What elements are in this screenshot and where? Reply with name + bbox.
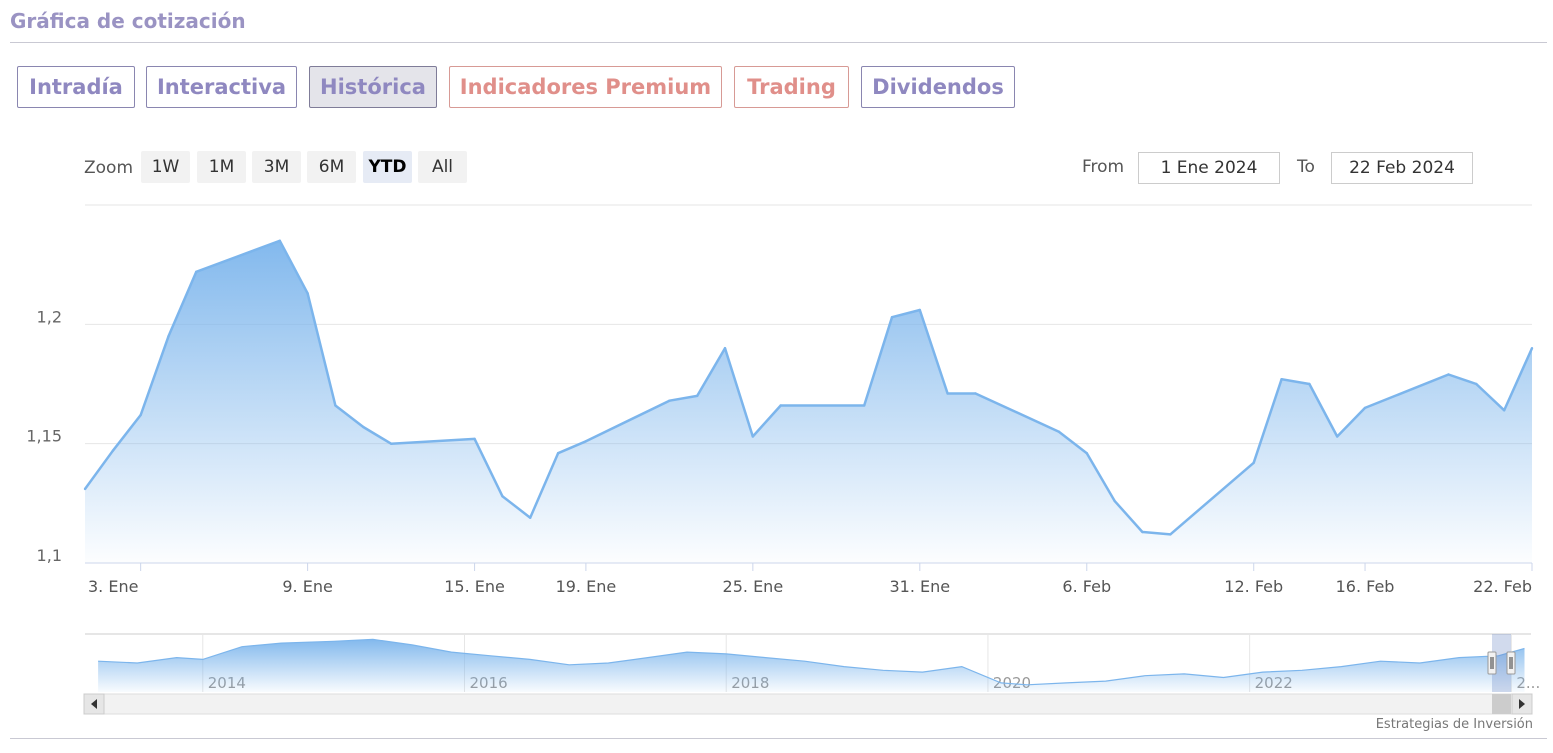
- data-point[interactable]: [306, 292, 309, 295]
- data-point[interactable]: [1252, 461, 1255, 464]
- price-area-fill: [85, 240, 1532, 564]
- data-point[interactable]: [1169, 533, 1172, 536]
- x-tick-label: 12. Feb: [1224, 577, 1283, 596]
- chart-credits: Estrategias de Inversión: [1375, 717, 1533, 732]
- data-point[interactable]: [1336, 435, 1339, 438]
- data-point[interactable]: [1530, 347, 1534, 350]
- data-point[interactable]: [362, 425, 365, 429]
- y-tick-label: 1,1: [37, 546, 62, 565]
- data-point[interactable]: [918, 308, 921, 312]
- data-point[interactable]: [1475, 382, 1478, 386]
- data-point[interactable]: [1141, 530, 1144, 534]
- data-point[interactable]: [751, 435, 754, 438]
- x-tick-label: 19. Ene: [556, 577, 617, 596]
- data-point[interactable]: [1363, 406, 1367, 410]
- data-point[interactable]: [890, 316, 894, 319]
- data-point[interactable]: [111, 449, 115, 452]
- data-point[interactable]: [556, 452, 560, 455]
- data-point[interactable]: [389, 442, 393, 445]
- data-point[interactable]: [1280, 378, 1283, 381]
- scrollbar-track[interactable]: [83, 693, 1533, 715]
- data-point[interactable]: [501, 495, 504, 498]
- data-point[interactable]: [584, 440, 588, 443]
- data-point[interactable]: [723, 347, 727, 350]
- price-chart: 1,1 1,15 1,2 3. Ene 9. Ene 15. Ene 19. Ene 25.…: [26, 204, 1540, 715]
- data-point[interactable]: [139, 413, 142, 417]
- y-tick-label: 1,15: [26, 427, 62, 446]
- navigator-area: [98, 639, 1525, 692]
- data-point[interactable]: [1085, 452, 1089, 455]
- data-point[interactable]: [473, 437, 476, 441]
- x-tick-label: 16. Feb: [1336, 577, 1395, 596]
- data-point[interactable]: [668, 399, 671, 402]
- data-point[interactable]: [1057, 430, 1061, 433]
- data-point[interactable]: [167, 335, 170, 338]
- x-tick-label: 9. Ene: [282, 577, 332, 596]
- data-point[interactable]: [1308, 382, 1311, 386]
- data-point[interactable]: [974, 392, 977, 395]
- x-tick-label: 25. Ene: [723, 577, 784, 596]
- x-tick-label: 3. Ene: [88, 577, 138, 596]
- data-point[interactable]: [863, 404, 866, 407]
- x-tick-label: 15. Ene: [444, 577, 505, 596]
- x-tick-label: 22. Feb: [1473, 577, 1532, 596]
- x-tick-label: 6. Feb: [1062, 577, 1111, 596]
- data-point[interactable]: [83, 487, 87, 491]
- data-point[interactable]: [1447, 373, 1450, 376]
- data-point[interactable]: [334, 404, 337, 407]
- x-tick-label: 31. Ene: [889, 577, 950, 596]
- data-point[interactable]: [696, 394, 699, 398]
- data-point[interactable]: [1503, 409, 1506, 412]
- data-point[interactable]: [779, 404, 782, 407]
- data-point[interactable]: [946, 392, 949, 395]
- navigator-handle[interactable]: [1487, 651, 1497, 675]
- data-point[interactable]: [195, 270, 198, 273]
- scrollbar-thumb[interactable]: [1492, 694, 1511, 714]
- data-point[interactable]: [278, 239, 281, 242]
- navigator-handle[interactable]: [1506, 651, 1516, 675]
- data-point[interactable]: [1113, 499, 1116, 503]
- bottom-divider: [10, 738, 1547, 739]
- y-tick-label: 1,2: [37, 307, 62, 326]
- data-point[interactable]: [529, 516, 532, 519]
